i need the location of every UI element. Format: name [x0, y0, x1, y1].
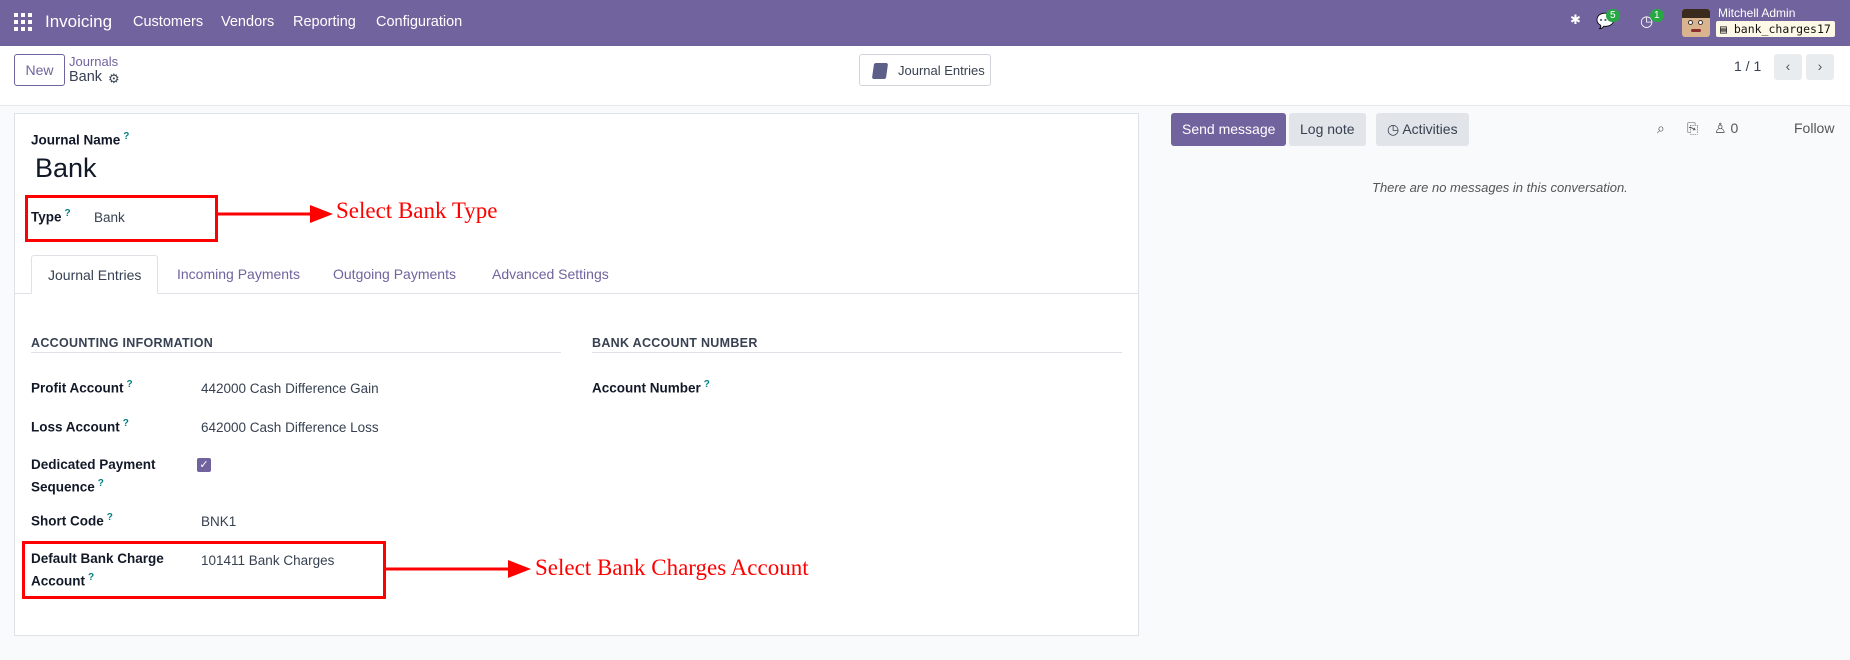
journal-name-label: Journal Name?	[31, 131, 130, 148]
followers-icon[interactable]: ♙ 0	[1714, 120, 1738, 137]
notebook-tabs: Journal Entries Incoming Payments Outgoi…	[14, 255, 1139, 294]
account-number-label: Account Number?	[592, 379, 710, 396]
tab-advanced-settings[interactable]: Advanced Settings	[492, 255, 609, 294]
menu-configuration[interactable]: Configuration	[376, 14, 462, 30]
log-note-button[interactable]: Log note	[1289, 113, 1366, 146]
activities-clock-icon[interactable]: ◷ 1	[1640, 9, 1664, 30]
breadcrumb-journals[interactable]: Journals	[69, 54, 118, 69]
empty-conversation-text: There are no messages in this conversati…	[1372, 180, 1628, 195]
profit-account-label: Profit Account?	[31, 379, 133, 396]
journal-entries-smart-button[interactable]: Journal Entries	[859, 54, 991, 86]
follow-button[interactable]: Follow	[1794, 120, 1834, 136]
pager-value[interactable]: 1 / 1	[1734, 58, 1761, 74]
menu-reporting[interactable]: Reporting	[293, 14, 356, 30]
dedicated-sequence-checkbox[interactable]: ✓	[197, 458, 211, 472]
top-navbar: Invoicing Customers Vendors Reporting Co…	[0, 0, 1850, 46]
send-message-button[interactable]: Send message	[1171, 113, 1287, 146]
database-name: ▤ bank_charges17	[1716, 21, 1835, 37]
menu-customers[interactable]: Customers	[133, 14, 203, 30]
bank-charge-annotation-text: Select Bank Charges Account	[535, 555, 809, 580]
app-title[interactable]: Invoicing	[45, 12, 112, 32]
type-arrow	[218, 205, 333, 223]
control-panel: New Journals Bank ⚙ Journal Entries 1 / …	[0, 46, 1850, 106]
activities-badge: 1	[1650, 9, 1664, 22]
short-code-field[interactable]: BNK1	[201, 514, 236, 529]
user-avatar[interactable]	[1682, 9, 1710, 37]
type-highlight-box	[25, 195, 218, 242]
paperclip-icon[interactable]: ⎘	[1687, 120, 1698, 137]
section-divider	[31, 352, 561, 353]
menu-vendors[interactable]: Vendors	[221, 14, 274, 30]
section-divider	[592, 352, 1122, 353]
pager-previous-button[interactable]: ‹	[1774, 54, 1802, 80]
new-button[interactable]: New	[14, 54, 65, 86]
search-icon[interactable]: ⌕	[1657, 120, 1665, 137]
bank-charge-arrow	[386, 560, 531, 578]
tab-incoming-payments[interactable]: Incoming Payments	[177, 255, 300, 294]
breadcrumb-current: Bank	[69, 69, 103, 85]
type-annotation-text: Select Bank Type	[336, 198, 498, 223]
bank-charge-highlight-box	[22, 541, 386, 599]
profit-account-field[interactable]: 442000 Cash Difference Gain	[201, 381, 379, 396]
dedicated-sequence-label: Dedicated Payment	[31, 457, 156, 472]
accounting-information-title: ACCOUNTING INFORMATION	[31, 336, 214, 350]
debug-bug-icon[interactable]: ✱	[1570, 12, 1581, 28]
user-name[interactable]: Mitchell Admin	[1718, 6, 1795, 20]
dedicated-sequence-label-line2: Sequence?	[31, 478, 104, 495]
pager-next-button[interactable]: ›	[1806, 54, 1834, 80]
messages-badge: 5	[1606, 9, 1620, 22]
tab-journal-entries[interactable]: Journal Entries	[31, 255, 159, 294]
tab-outgoing-payments[interactable]: Outgoing Payments	[333, 255, 456, 294]
apps-menu-icon[interactable]	[14, 13, 32, 31]
gear-icon[interactable]: ⚙	[108, 71, 120, 87]
bank-account-number-title: BANK ACCOUNT NUMBER	[592, 336, 758, 350]
loss-account-field[interactable]: 642000 Cash Difference Loss	[201, 420, 379, 435]
activities-button[interactable]: ◷ Activities	[1376, 113, 1469, 146]
short-code-label: Short Code?	[31, 512, 113, 529]
journal-name-input[interactable]: Bank	[35, 153, 97, 184]
messages-icon[interactable]: 💬 5	[1596, 9, 1620, 30]
loss-account-label: Loss Account?	[31, 418, 129, 435]
book-icon	[871, 63, 889, 79]
